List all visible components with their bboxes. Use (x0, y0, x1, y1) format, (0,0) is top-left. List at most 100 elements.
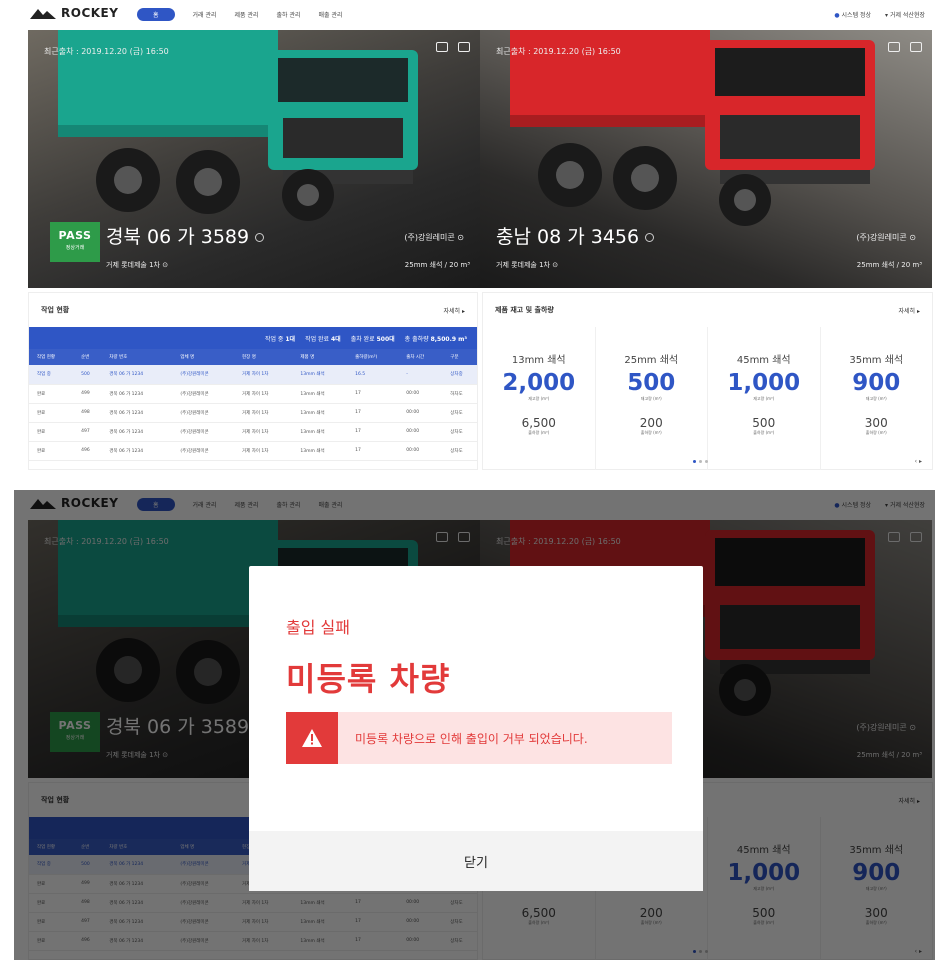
pass-label: PASS (58, 229, 92, 242)
table-cell: (주)강원레미콘 (172, 365, 234, 385)
summary-item: 작업 완료 4대 (305, 334, 341, 343)
table-row[interactable]: 작업 중500경북 06 가 1234(주)강원레미콘거제 자이 1차13mm … (29, 365, 477, 385)
site-name: 거제 롯데제술 1차 ⊙ (496, 260, 558, 270)
table-row[interactable]: 완료497경북 06 가 1234(주)강원레미콘거제 자이 1차13mm 쇄석… (29, 422, 477, 442)
table-cell: 499 (73, 384, 102, 404)
camera-timestamp: 최근출차 : 2019.12.20 (금) 16:50 (496, 47, 621, 56)
column-header: 구분 (442, 349, 477, 365)
column-header: 차량 번호 (101, 349, 173, 365)
plate-number: 충남 08 가 3456 (496, 222, 655, 249)
table-cell: 완료 (29, 384, 74, 404)
site-name: 거제 롯데제술 1차 ⊙ (106, 260, 168, 270)
pager-dot[interactable] (705, 460, 708, 463)
stock-item[interactable]: 13mm 쇄석 2,000재고량 (m³) 6,500출하량 (m³) (483, 327, 596, 470)
top-nav: ROCKEY 홈 거래 관리 제품 관리 출하 관리 매출 관리 ● 시스템 정… (14, 0, 935, 30)
summary-label: 작업 중 (264, 335, 284, 343)
table-cell: 하차도 (442, 384, 477, 404)
summary-item: 출차 완료 500대 (351, 334, 395, 343)
info-icon[interactable]: ⊙ (909, 233, 916, 242)
menu-item-home[interactable]: 홈 (137, 8, 175, 21)
table-cell: 완료 (29, 441, 74, 461)
brand-logo[interactable]: ROCKEY (30, 6, 118, 20)
list-icon[interactable] (888, 42, 900, 52)
info-icon[interactable] (255, 233, 265, 242)
product-name: 25mm 쇄석 (624, 355, 679, 366)
stock-item[interactable]: 35mm 쇄석 900재고량 (m³) 300출하량 (m³) (821, 327, 933, 470)
info-icon[interactable]: ⊙ (162, 261, 168, 269)
info-icon[interactable]: ⊙ (457, 233, 464, 242)
product-name: 35mm 쇄석 (849, 355, 904, 366)
system-status[interactable]: ● 시스템 정상 (834, 10, 871, 19)
stock-item[interactable]: 45mm 쇄석 1,000재고량 (m³) 500출하량 (m³) (708, 327, 821, 470)
plate-text: 경북 06 가 3589 (106, 226, 250, 248)
camera-tools (436, 42, 470, 52)
table-cell: 00:00 (398, 403, 443, 423)
site-selector[interactable]: ▾ 거제 석산현장 (885, 10, 925, 19)
table-cell: 17 (347, 403, 399, 423)
menu-item-product[interactable]: 제품 관리 (235, 10, 259, 19)
table-row[interactable]: 완료499경북 06 가 1234(주)강원레미콘거제 자이 1차13mm 쇄석… (29, 384, 477, 404)
table-cell: - (398, 365, 443, 385)
table-cell: 500 (73, 365, 102, 385)
column-header: 제품 명 (292, 349, 348, 365)
truck-image (510, 30, 875, 226)
table-cell: 13mm 쇄석 (292, 422, 348, 442)
table-cell: 13mm 쇄석 (292, 365, 348, 385)
table-row[interactable]: 완료496경북 06 가 1234(주)강원레미콘거제 자이 1차13mm 쇄석… (29, 441, 477, 461)
shipment-value: 200 (639, 416, 663, 430)
table-row[interactable]: 완료498경북 06 가 1234(주)강원레미콘거제 자이 1차13mm 쇄석… (29, 403, 477, 423)
warning-icon (286, 712, 338, 764)
menu-item-sales[interactable]: 매출 관리 (319, 10, 343, 19)
info-icon[interactable] (645, 233, 655, 242)
stock-panel: 제품 재고 및 출하량 자세히 ▸ 13mm 쇄석2,000재고량 (m³)6,… (482, 292, 933, 470)
alert-box: 미등록 차량으로 인해 출입이 거부 되었습니다. (286, 712, 672, 764)
menu-item-trade[interactable]: 거래 관리 (193, 10, 217, 19)
product-spec: 25mm 쇄석 / 20 m³ (404, 261, 470, 269)
column-header: 작업 현황 (29, 349, 74, 365)
table-cell: 완료 (29, 422, 74, 442)
shipment-value: 300 (864, 416, 888, 430)
alert-message: 미등록 차량으로 인해 출입이 거부 되었습니다. (355, 731, 588, 746)
stock-value: 500 (627, 370, 676, 396)
more-link[interactable]: 자세히 ▸ (899, 306, 920, 315)
table-cell: 경북 06 가 1234 (101, 422, 173, 442)
stock-item[interactable]: 25mm 쇄석 500재고량 (m³) 200출하량 (m³) (596, 327, 708, 470)
table-cell: 경북 06 가 1234 (101, 403, 173, 423)
summary-value: 1대 (285, 335, 296, 343)
camera-icon[interactable] (458, 42, 470, 52)
carousel-arrows[interactable]: ‹ ▸ (915, 458, 922, 465)
table-cell: 작업 중 (29, 365, 74, 385)
table-cell: 경북 06 가 1234 (101, 384, 173, 404)
shipment-value: 500 (752, 416, 776, 430)
panel-title: 작업 현황 (41, 306, 70, 314)
company-text: (주)강원레미콘 (856, 233, 907, 242)
stock-value: 1,000 (727, 370, 801, 396)
table-cell: 거제 자이 1차 (234, 441, 293, 461)
shipment-value: 6,500 (521, 416, 556, 430)
column-header: 출하량(m³) (347, 349, 399, 365)
pager-dot[interactable] (693, 460, 696, 463)
table-cell: 경북 06 가 1234 (101, 365, 173, 385)
work-summary-bar: 작업 중 1대 작업 완료 4대 출차 완료 500대 총 출하량 8,500.… (29, 327, 477, 349)
panel-header: 제품 재고 및 출하량 자세히 ▸ (483, 293, 932, 327)
main-menu: 홈 거래 관리 제품 관리 출하 관리 매출 관리 (137, 8, 343, 21)
table-cell: 496 (73, 441, 102, 461)
list-icon[interactable] (436, 42, 448, 52)
system-status-label: 시스템 정상 (841, 12, 872, 19)
camera-tools (888, 42, 922, 52)
pager-dot[interactable] (699, 460, 702, 463)
close-button[interactable]: 닫기 (249, 831, 703, 891)
camera-icon[interactable] (910, 42, 922, 52)
table-cell: (주)강원레미콘 (172, 441, 234, 461)
panel-title: 제품 재고 및 출하량 (495, 306, 554, 314)
table-cell: 17 (347, 422, 399, 442)
table-cell: 상차중 (442, 365, 477, 385)
more-link[interactable]: 자세히 ▸ (444, 306, 465, 315)
menu-item-shipping[interactable]: 출하 관리 (277, 10, 301, 19)
product-name: 13mm 쇄석 (511, 355, 566, 366)
table-cell: 00:00 (398, 422, 443, 442)
table-cell: 13mm 쇄석 (292, 441, 348, 461)
info-icon[interactable]: ⊙ (552, 261, 558, 269)
stock-unit-label: 재고량 (m³) (528, 396, 550, 401)
shipment-unit-label: 출하량 (m³) (865, 430, 887, 435)
